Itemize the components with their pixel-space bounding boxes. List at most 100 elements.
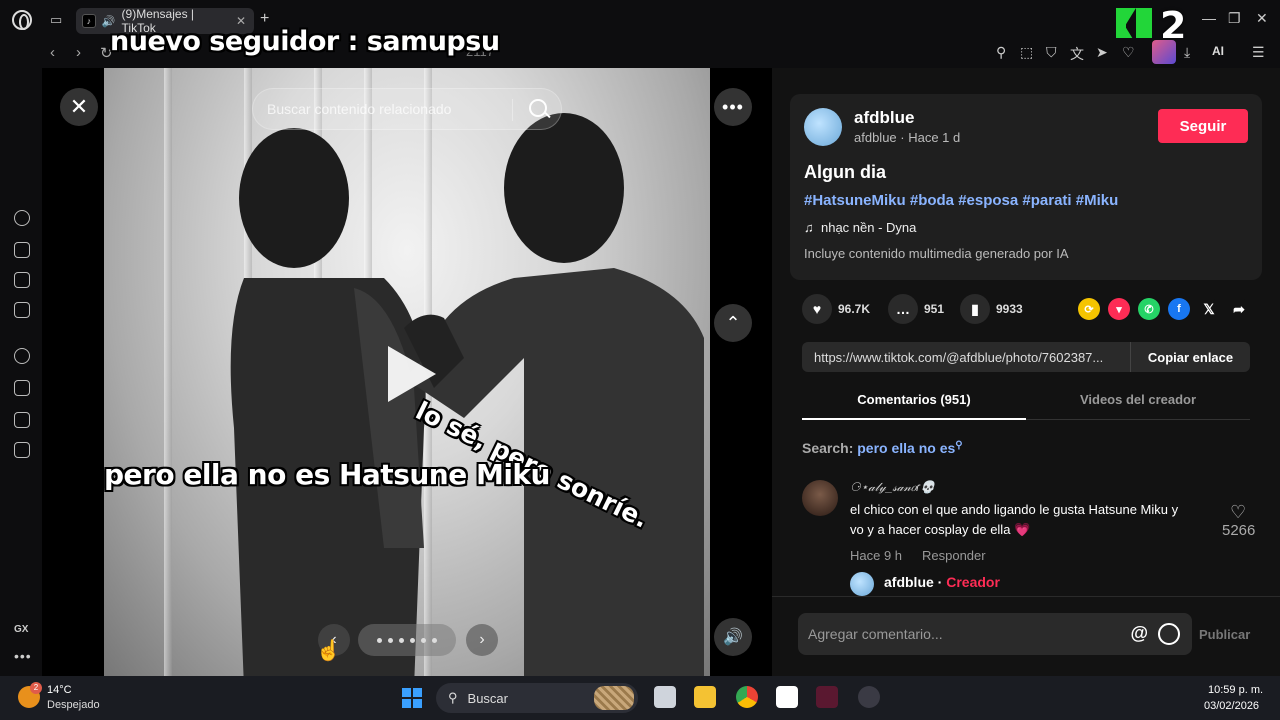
save-action[interactable]: ▮ 9933	[960, 294, 1023, 324]
sidebar-icon-6[interactable]	[14, 380, 30, 396]
forward-icon[interactable]: ›	[76, 44, 81, 61]
menu-icon[interactable]: ☰	[1252, 44, 1265, 61]
ai-content-note: Incluye contenido multimedia generado po…	[804, 246, 1069, 261]
slide-dot[interactable]	[399, 637, 404, 643]
capcut-icon[interactable]	[776, 686, 798, 708]
search-divider	[512, 99, 513, 121]
sidebar-icon-1[interactable]	[14, 210, 30, 226]
hand-cursor-icon: ☝	[316, 640, 341, 662]
previous-post-button[interactable]: ⌃	[714, 304, 752, 342]
weather-badge: 2	[30, 682, 42, 694]
sidebar-icon-3[interactable]	[14, 272, 30, 288]
comment-time: Hace 9 h	[850, 548, 903, 563]
tab-creator-videos[interactable]: Videos del creador	[1026, 392, 1250, 407]
close-window-icon[interactable]: ✕	[1256, 10, 1268, 27]
copy-link-button[interactable]: Copiar enlace	[1130, 342, 1250, 372]
search-highlight-image	[594, 686, 634, 710]
comment-like-icon[interactable]: ♡	[1230, 502, 1246, 523]
related-search-input[interactable]: Buscar contenido relacionado	[252, 88, 562, 130]
back-icon[interactable]: ‹	[50, 44, 55, 61]
whatsapp-icon[interactable]: ✆	[1138, 298, 1160, 320]
gamepad-icon[interactable]: ▭	[50, 12, 62, 28]
shield-icon[interactable]: ⛉	[1046, 44, 1057, 61]
next-slide-button[interactable]: ›	[466, 624, 498, 656]
close-viewer-button[interactable]: ✕	[60, 88, 98, 126]
start-icon[interactable]	[402, 688, 422, 708]
reply-avatar[interactable]	[850, 572, 874, 596]
commenter-avatar[interactable]	[802, 480, 838, 516]
reply-button[interactable]: Responder	[922, 548, 986, 563]
comment-action[interactable]: … 951	[888, 294, 944, 324]
comment-icon[interactable]: …	[888, 294, 918, 324]
opera-gx-logo-icon[interactable]	[12, 10, 32, 30]
ai-button[interactable]: AI	[1212, 44, 1224, 58]
like-action[interactable]: ♥ 96.7K	[802, 294, 870, 324]
opera-gx-icon[interactable]	[816, 686, 838, 708]
panel-tabs: Comentarios (951) Videos del creador	[802, 386, 1250, 420]
minimize-icon[interactable]: —	[1202, 10, 1216, 26]
caption-bottom: pero ella no es Hatsune Miku	[104, 458, 550, 491]
maximize-icon[interactable]: ❐	[1228, 10, 1241, 27]
sidebar-icon-8[interactable]	[14, 442, 30, 458]
weather-temp[interactable]: 14°C	[47, 684, 72, 696]
chrome-icon[interactable]	[736, 686, 758, 708]
snapshot-icon[interactable]: ⬚	[1020, 44, 1033, 61]
heart-icon[interactable]: ♡	[1122, 44, 1135, 61]
slide-dot[interactable]	[410, 637, 415, 643]
search-icon[interactable]	[529, 99, 547, 117]
follow-button[interactable]: Seguir	[1158, 109, 1248, 143]
translate-icon[interactable]: 文	[1070, 44, 1084, 64]
sidebar-icon-4[interactable]	[14, 302, 30, 318]
clock-time[interactable]: 10:59 p. m.	[1208, 684, 1263, 696]
sidebar-play-icon[interactable]	[14, 348, 30, 364]
post-info-card: afdblue afdblue · Hace 1 d Seguir Algun …	[790, 94, 1262, 280]
x-icon[interactable]: 𝕏	[1198, 298, 1220, 320]
curtain-stripe	[164, 68, 172, 676]
task-view-icon[interactable]	[654, 686, 676, 708]
emoji-icon[interactable]	[1158, 623, 1180, 645]
heart-icon[interactable]: ♥	[802, 294, 832, 324]
post-hashtags[interactable]: #HatsuneMiku #boda #esposa #parati #Miku	[804, 192, 1118, 209]
facebook-icon[interactable]: f	[1168, 298, 1190, 320]
file-explorer-icon[interactable]	[694, 686, 716, 708]
sidebar-more-icon[interactable]: •••	[14, 648, 32, 664]
pin-icon[interactable]: ⚲	[996, 44, 1006, 61]
slide-dot[interactable]	[388, 637, 393, 643]
profile-avatar[interactable]	[1152, 40, 1176, 64]
more-options-button[interactable]: •••	[714, 88, 752, 126]
app-icon[interactable]	[858, 686, 880, 708]
taskbar-search[interactable]: ⚲ Buscar	[436, 683, 638, 713]
slide-dot[interactable]	[377, 637, 382, 643]
post-link[interactable]: https://www.tiktok.com/@afdblue/photo/76…	[802, 350, 1130, 365]
post-details-panel: afdblue afdblue · Hace 1 d Seguir Algun …	[772, 68, 1280, 676]
music-label: nhạc nền - Dyna	[820, 220, 917, 235]
post-actions: ♥ 96.7K … 951 ▮ 9933 ⟳ ▾ ✆ f 𝕏 ➦	[802, 294, 1262, 324]
share-arrow-icon[interactable]: ➦	[1228, 298, 1250, 320]
volume-button[interactable]: 🔊	[714, 618, 752, 656]
slide-dot[interactable]	[432, 637, 437, 643]
send-icon[interactable]: ➤	[1096, 44, 1108, 61]
active-tab-indicator	[802, 418, 1026, 420]
search-suggestion[interactable]: Search: pero ella no es⚲	[802, 440, 963, 456]
bookmark-icon[interactable]: ▮	[960, 294, 990, 324]
send-icon[interactable]: ▾	[1108, 298, 1130, 320]
author-avatar[interactable]	[804, 108, 842, 146]
repost-icon[interactable]: ⟳	[1078, 298, 1100, 320]
sidebar-icon-2[interactable]	[14, 242, 30, 258]
sidebar-gx-label[interactable]: GX	[14, 624, 28, 635]
clock-date[interactable]: 03/02/2026	[1204, 700, 1259, 712]
comment-input[interactable]: Agregar comentario... @	[798, 613, 1192, 655]
download-icon[interactable]: ⤓	[1184, 44, 1190, 61]
commenter-name[interactable]: ⚆⋆𝒶𝓁𝓎_𝓈𝒶𝓃𝑜ɾ💀	[850, 480, 935, 495]
tab-comments[interactable]: Comentarios (951)	[802, 392, 1026, 407]
publish-button[interactable]: Publicar	[1199, 627, 1250, 642]
play-icon[interactable]	[388, 346, 436, 402]
slide-dot[interactable]	[421, 637, 426, 643]
music-info[interactable]: ♫ nhạc nền - Dyna	[804, 220, 916, 235]
comment-text: el chico con el que ando ligando le gust…	[850, 502, 1179, 537]
weather-desc[interactable]: Despejado	[47, 699, 100, 711]
mention-icon[interactable]: @	[1130, 623, 1148, 644]
sidebar-icon-7[interactable]	[14, 412, 30, 428]
reply-author[interactable]: afdblue · Creador	[884, 574, 1000, 590]
author-name[interactable]: afdblue	[854, 108, 914, 128]
